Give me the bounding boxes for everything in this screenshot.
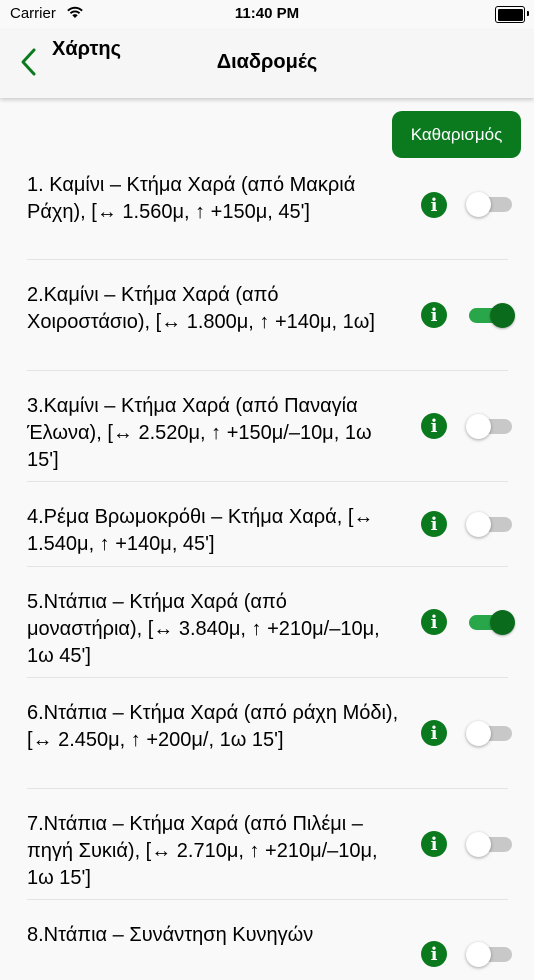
route-row: 5.Ντάπια – Κτήμα Χαρά (από μοναστήρια), … xyxy=(0,567,534,678)
info-icon[interactable]: i xyxy=(421,192,447,218)
route-label: 4.Ρέμα Βρωμοκρόθι – Κτήμα Χαρά, [↔ 1.540… xyxy=(27,506,374,555)
route-row: 3.Καμίνι – Κτήμα Χαρά (από Παναγία Έλωνα… xyxy=(0,371,534,482)
info-icon[interactable]: i xyxy=(421,413,447,439)
info-icon[interactable]: i xyxy=(421,302,447,328)
info-icon[interactable]: i xyxy=(421,941,447,967)
route-toggle[interactable] xyxy=(466,412,515,441)
status-bar: Carrier 11:40 PM xyxy=(0,0,534,30)
clear-button[interactable]: Καθαρισμός xyxy=(392,111,521,158)
route-row: 8.Ντάπια – Συνάντηση Κυνηγών i xyxy=(0,900,534,980)
route-row: 6.Ντάπια – Κτήμα Χαρά (από ράχη Μόδι), [… xyxy=(0,678,534,789)
route-row: 2.Καμίνι – Κτήμα Χαρά (από Χοιροστάσιο),… xyxy=(0,260,534,371)
route-label: 8.Ντάπια – Συνάντηση Κυνηγών xyxy=(27,924,314,946)
navigation-bar: Χάρτης Διαδρομές xyxy=(0,30,534,98)
route-toggle[interactable] xyxy=(466,301,515,330)
status-time: 11:40 PM xyxy=(234,5,300,22)
info-icon[interactable]: i xyxy=(421,609,447,635)
route-label: 7.Ντάπια – Κτήμα Χαρά (από Πιλέμι – πηγή… xyxy=(27,813,378,889)
battery-icon xyxy=(495,6,529,23)
route-row: 7.Ντάπια – Κτήμα Χαρά (από Πιλέμι – πηγή… xyxy=(0,789,534,900)
route-toggle[interactable] xyxy=(466,719,515,748)
route-label: 5.Ντάπια – Κτήμα Χαρά (από μοναστήρια), … xyxy=(27,591,380,667)
route-toggle[interactable] xyxy=(466,830,515,859)
route-label: 6.Ντάπια – Κτήμα Χαρά (από ράχη Μόδι), [… xyxy=(27,702,399,751)
route-list: 1. Καμίνι – Κτήμα Χαρά (από Μακριά Ράχη)… xyxy=(0,160,534,980)
route-row: 1. Καμίνι – Κτήμα Χαρά (από Μακριά Ράχη)… xyxy=(0,160,534,260)
route-row: 4.Ρέμα Βρωμοκρόθι – Κτήμα Χαρά, [↔ 1.540… xyxy=(0,482,534,567)
info-icon[interactable]: i xyxy=(421,831,447,857)
info-icon[interactable]: i xyxy=(421,720,447,746)
route-toggle[interactable] xyxy=(466,190,515,219)
route-label: 2.Καμίνι – Κτήμα Χαρά (από Χοιροστάσιο),… xyxy=(27,284,375,333)
route-label: 1. Καμίνι – Κτήμα Χαρά (από Μακριά Ράχη)… xyxy=(27,174,356,223)
page-title: Διαδρομές xyxy=(216,51,318,73)
route-label: 3.Καμίνι – Κτήμα Χαρά (από Παναγία Έλωνα… xyxy=(27,395,372,471)
route-toggle[interactable] xyxy=(466,608,515,637)
route-toggle[interactable] xyxy=(466,940,515,969)
info-icon[interactable]: i xyxy=(421,511,447,537)
route-toggle[interactable] xyxy=(466,510,515,539)
